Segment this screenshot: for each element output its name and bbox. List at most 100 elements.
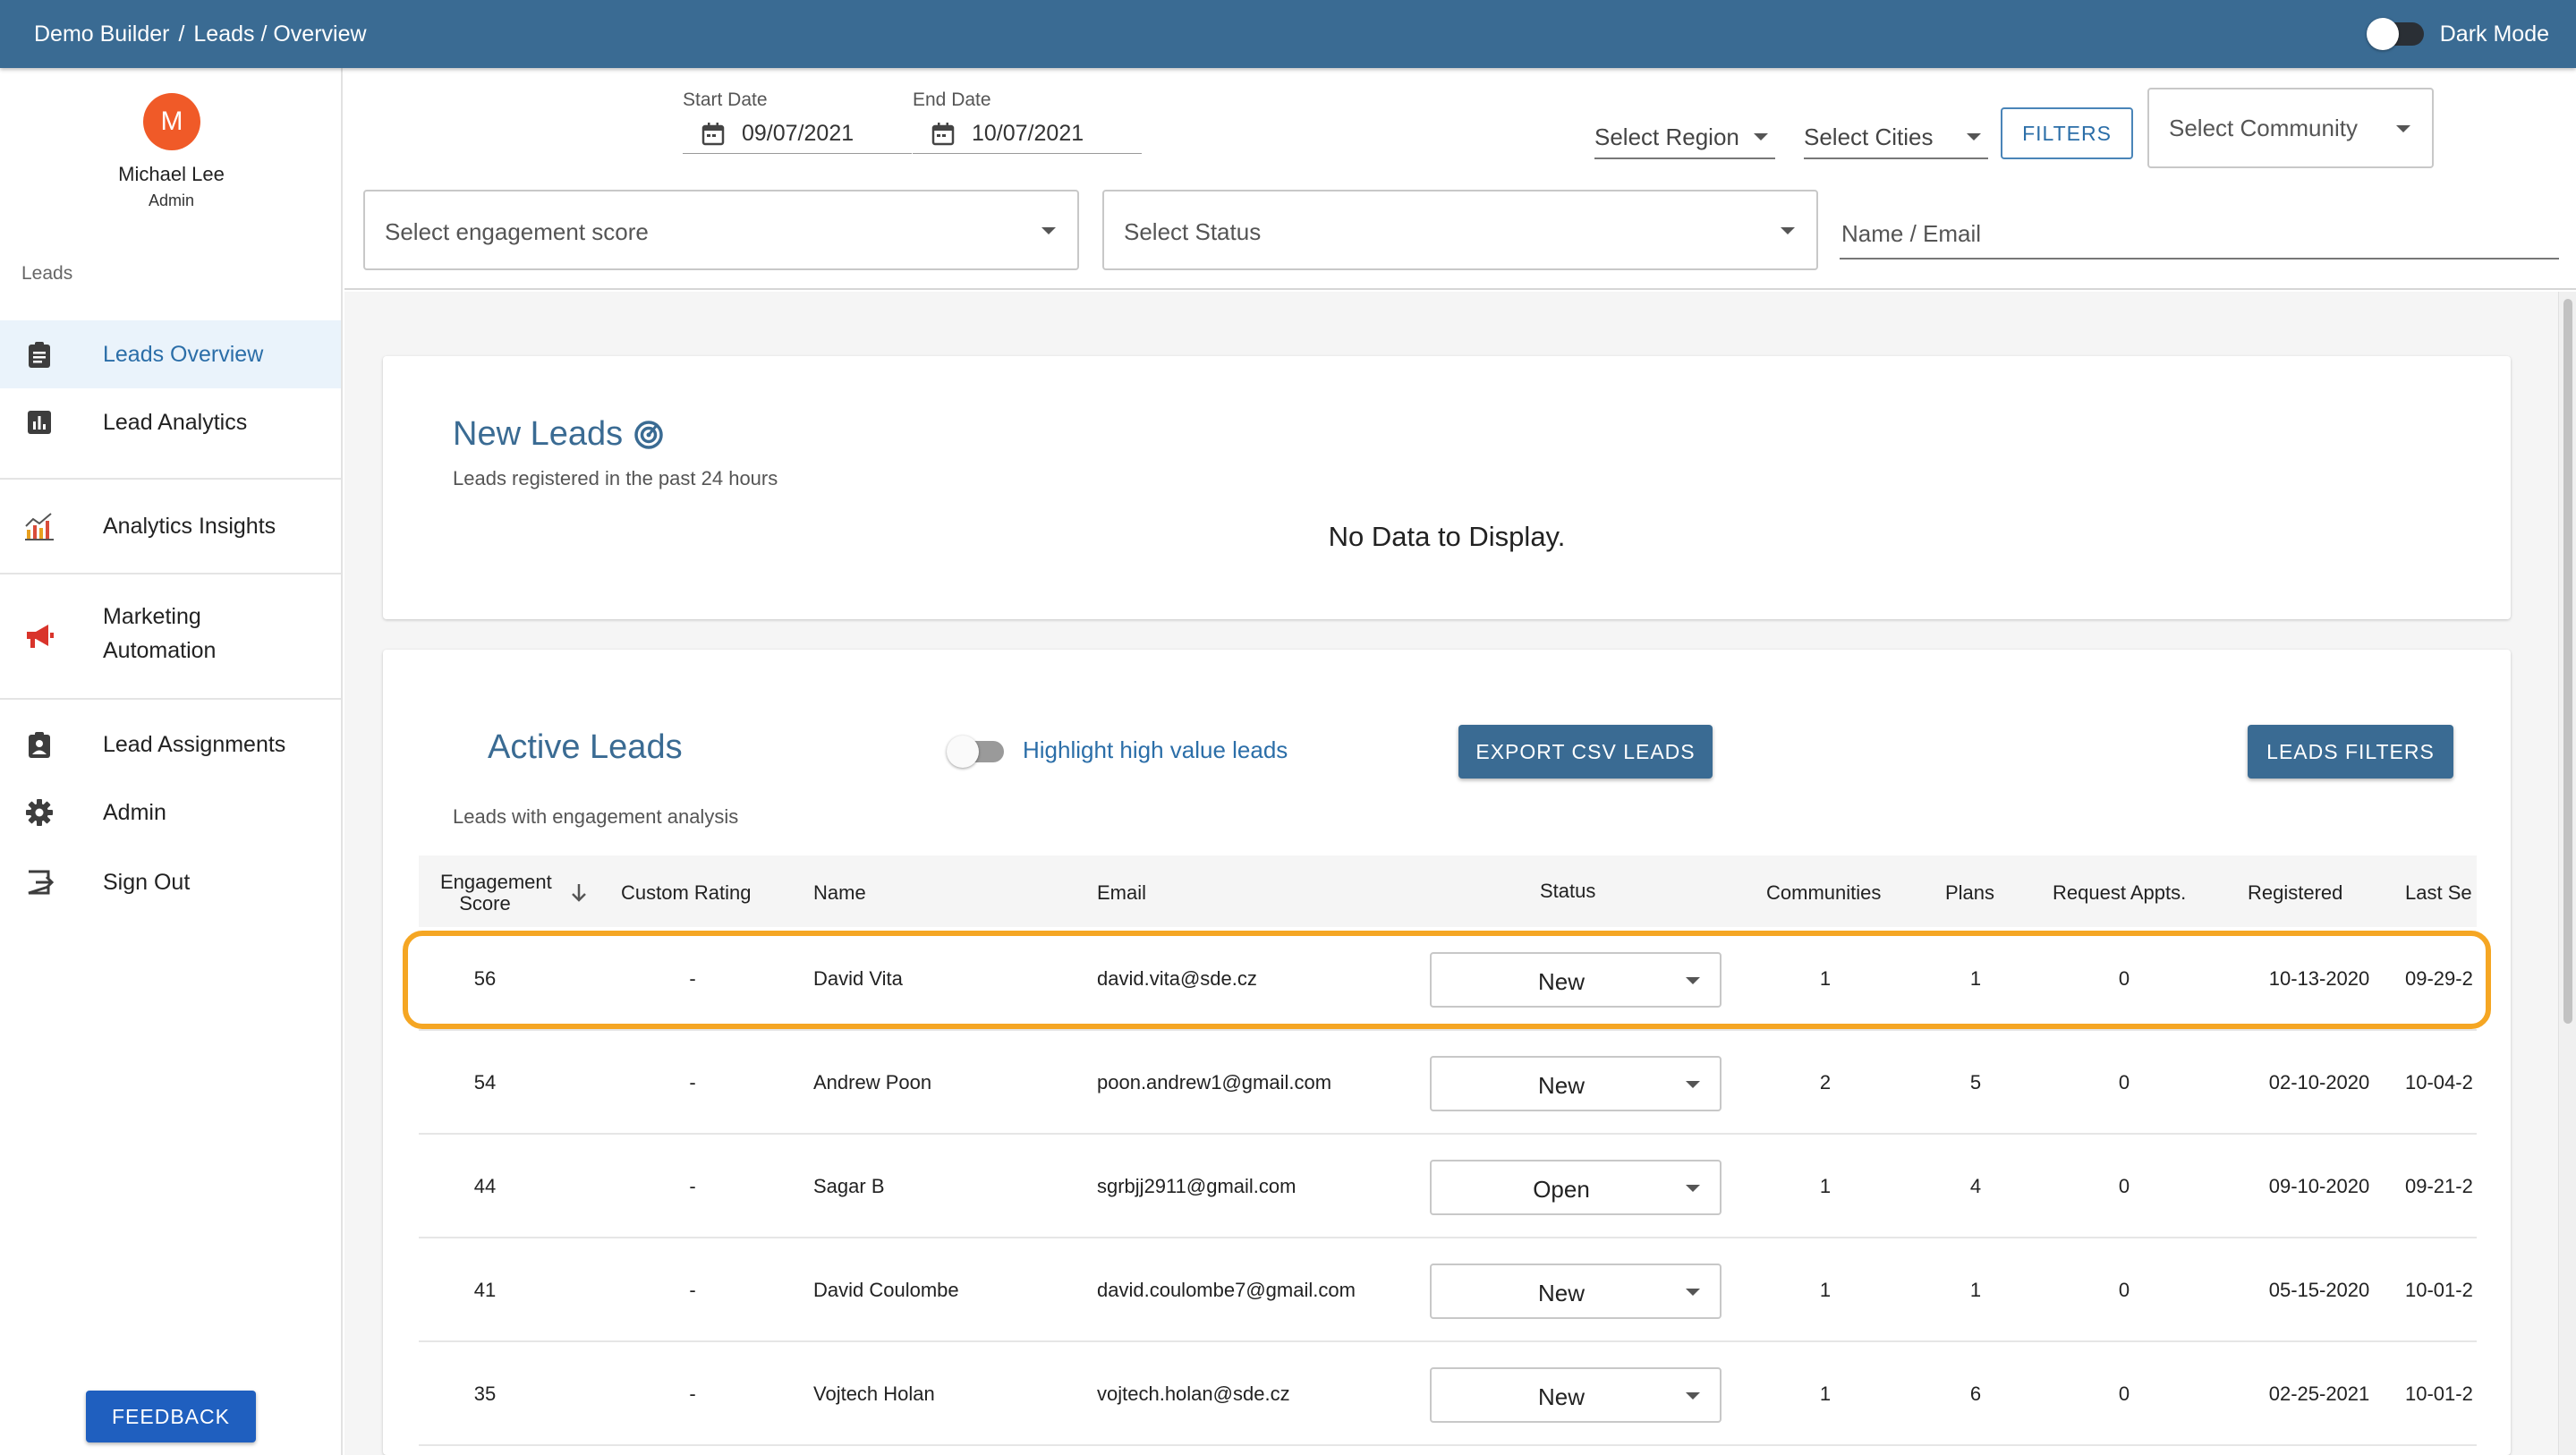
region-select[interactable]: Select Region — [1594, 116, 1775, 159]
end-date-label: End Date — [913, 89, 991, 110]
sidebar-item-label-line2: Automation — [103, 638, 217, 663]
new-leads-card: New Leads Leads registered in the past 2… — [383, 356, 2511, 619]
sidebar-item-marketing-automation[interactable]: Marketing Automation — [0, 587, 341, 685]
cell-engagement-score: 41 — [473, 1279, 497, 1301]
status-filter-select[interactable]: Select Status — [1102, 190, 1818, 270]
start-date-field[interactable]: 09/07/2021 — [683, 115, 912, 154]
table-row[interactable]: 56 - David Vita david.vita@sde.cz 1 1 0 10-13-2… — [419, 927, 2477, 1031]
cell-custom-rating: - — [689, 1383, 696, 1405]
sidebar-divider — [0, 573, 341, 574]
end-date-field[interactable]: 10/07/2021 — [913, 115, 1142, 154]
sidebar-item-lead-assignments[interactable]: Lead Assignments — [0, 710, 341, 779]
cell-email: david.vita@sde.cz — [1097, 967, 1257, 990]
sidebar-item-label: Admin — [103, 800, 166, 825]
status-filter-placeholder: Select Status — [1124, 218, 1262, 245]
avatar[interactable]: M — [143, 93, 200, 150]
dark-mode-control: Dark Mode — [2366, 0, 2549, 68]
column-header-request-appts[interactable]: Request Appts. — [2053, 882, 2186, 904]
scrollbar-thumb[interactable] — [2563, 299, 2572, 1024]
status-select[interactable]: Open — [1430, 1160, 1722, 1215]
cities-select[interactable]: Select Cities — [1804, 116, 1988, 159]
table-row[interactable]: 54 - Andrew Poon poon.andrew1@gmail.com 2 5 0 0… — [419, 1031, 2477, 1135]
status-select-value: New — [1537, 1383, 1585, 1410]
chevron-down-icon — [1686, 1392, 1700, 1400]
clipboard-icon — [23, 338, 55, 370]
sidebar-item-admin[interactable]: Admin — [0, 779, 341, 847]
insights-chart-icon — [23, 510, 55, 542]
community-select[interactable]: Select Community — [2147, 88, 2434, 168]
active-leads-table: Engagement Score Custom Rating Name Emai… — [419, 855, 2477, 1455]
status-select[interactable]: New — [1430, 1056, 1722, 1111]
chevron-down-icon — [1686, 1185, 1700, 1192]
sidebar-item-leads-overview[interactable]: Leads Overview — [0, 320, 341, 388]
sidebar-item-analytics-insights[interactable]: Analytics Insights — [0, 492, 341, 560]
status-select-value: New — [1537, 1072, 1585, 1099]
target-icon — [634, 420, 663, 449]
leads-filters-button[interactable]: LEADS FILTERS — [2248, 725, 2453, 779]
end-date-value: 10/07/2021 — [972, 121, 1084, 146]
column-header-last-seen[interactable]: Last Se — [2405, 882, 2472, 904]
cell-custom-rating: - — [689, 1175, 696, 1197]
column-header-registered[interactable]: Registered — [2248, 882, 2342, 904]
table-row[interactable]: 41 - David Coulombe david.coulombe7@gmail.c… — [419, 1238, 2477, 1342]
sidebar-item-label: Lead Analytics — [103, 410, 248, 435]
assignment-icon — [23, 728, 55, 761]
bar-chart-icon — [23, 406, 55, 438]
export-csv-button[interactable]: EXPORT CSV LEADS — [1458, 725, 1713, 779]
cell-engagement-score: 35 — [473, 1383, 497, 1405]
cell-email: david.coulombe7@gmail.com — [1097, 1279, 1356, 1301]
sidebar-section-label: Leads — [21, 263, 73, 284]
sidebar-item-sign-out[interactable]: Sign Out — [0, 848, 341, 916]
filters-button[interactable]: FILTERS — [2001, 107, 2133, 159]
cell-email: sgrbjj2911@gmail.com — [1097, 1175, 1297, 1197]
feedback-button[interactable]: FEEDBACK — [86, 1391, 256, 1442]
cell-custom-rating: - — [689, 1279, 696, 1301]
breadcrumb-root[interactable]: Demo Builder — [34, 21, 169, 47]
table-row[interactable]: 44 - Sagar B sgrbjj2911@gmail.com 1 4 0 09-10-2… — [419, 1135, 2477, 1238]
column-header-line: Score — [459, 892, 511, 915]
column-header-email[interactable]: Email — [1097, 882, 1146, 904]
name-email-input[interactable]: Name / Email — [1840, 197, 2559, 260]
chevron-down-icon — [1967, 133, 1981, 140]
sort-descending-icon[interactable] — [569, 882, 589, 904]
toggle-knob — [947, 736, 979, 768]
empty-state-message: No Data to Display. — [1328, 521, 1566, 552]
column-header-custom-rating[interactable]: Custom Rating — [621, 882, 752, 904]
cell-name: Sagar B — [813, 1175, 885, 1197]
cell-request-appts: 0 — [2118, 967, 2130, 990]
column-header-engagement-score[interactable]: Engagement Score — [440, 872, 552, 915]
engagement-score-select[interactable]: Select engagement score — [363, 190, 1079, 270]
sidebar-item-lead-analytics[interactable]: Lead Analytics — [0, 388, 341, 456]
sidebar-item-label: Leads Overview — [103, 342, 264, 367]
status-select[interactable]: New — [1430, 1367, 1722, 1423]
status-select[interactable]: New — [1430, 1264, 1722, 1319]
sidebar-item-label: Marketing — [103, 604, 201, 629]
dark-mode-label: Dark Mode — [2439, 21, 2549, 47]
cell-communities: 1 — [1819, 967, 1832, 990]
column-header-plans[interactable]: Plans — [1945, 882, 1994, 904]
vertical-scrollbar[interactable] — [2558, 292, 2576, 1455]
column-header-communities[interactable]: Communities — [1766, 882, 1881, 904]
highlight-high-value-toggle[interactable] — [947, 736, 1004, 768]
sign-out-icon — [23, 866, 55, 898]
column-header-name[interactable]: Name — [813, 882, 866, 904]
chevron-down-icon — [1754, 133, 1768, 140]
sidebar-item-label: Analytics Insights — [103, 514, 276, 539]
app-bar: Demo Builder / Leads / Overview Dark Mod… — [0, 0, 2576, 68]
chevron-down-icon — [1041, 227, 1056, 234]
column-header-status[interactable]: Status — [1540, 881, 1595, 902]
table-row[interactable]: 35 - Vojtech Holan vojtech.holan@sde.cz 1 6 0 0… — [419, 1342, 2477, 1446]
cell-request-appts: 0 — [2118, 1279, 2130, 1301]
status-select[interactable]: New — [1430, 952, 1722, 1008]
cell-engagement-score: 54 — [473, 1071, 497, 1093]
cell-name: Vojtech Holan — [813, 1383, 935, 1405]
sidebar: M Michael Lee Admin Leads Leads Overview… — [0, 68, 343, 1455]
dark-mode-toggle[interactable] — [2366, 18, 2424, 50]
engagement-score-placeholder: Select engagement score — [385, 218, 649, 245]
chevron-down-icon — [1686, 1289, 1700, 1296]
cell-registered: 09-10-2020 — [2268, 1175, 2370, 1197]
cell-plans: 4 — [1969, 1175, 1982, 1197]
new-leads-title: New Leads — [453, 415, 624, 453]
gear-icon — [23, 796, 55, 829]
new-leads-heading: New Leads — [453, 415, 664, 454]
